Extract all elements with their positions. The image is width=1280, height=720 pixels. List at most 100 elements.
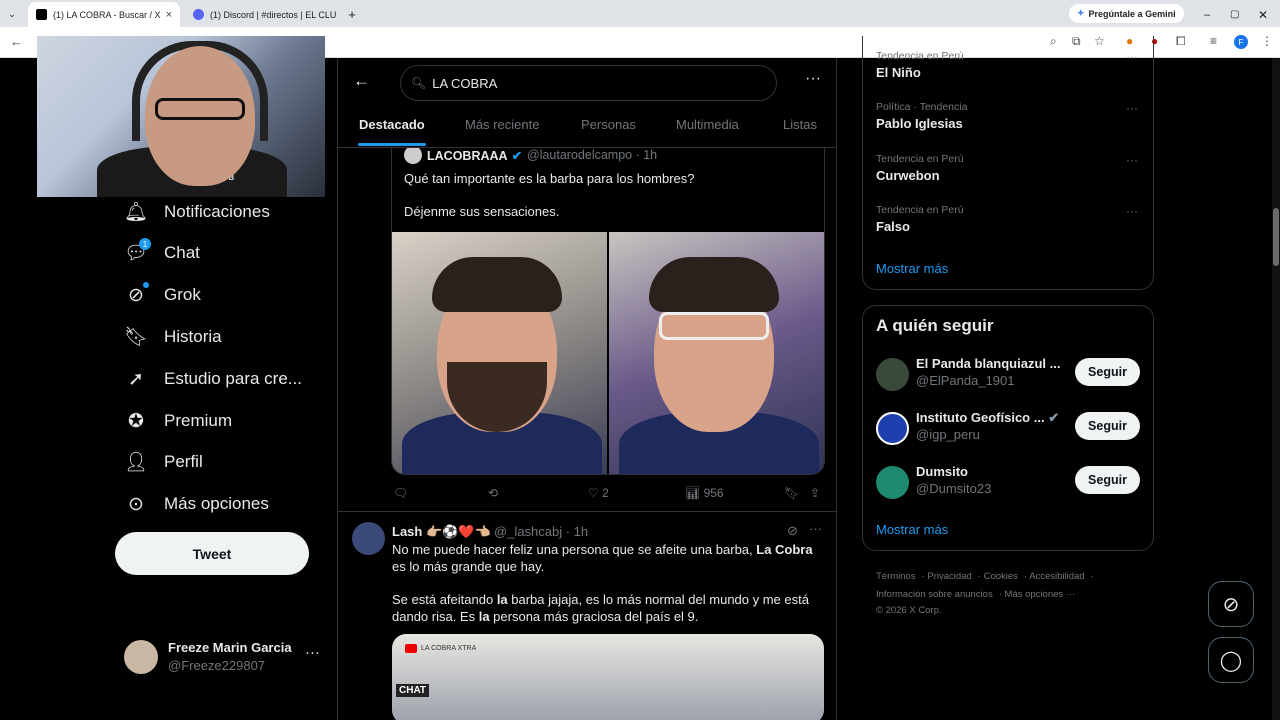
tab-personas[interactable]: Personas [581,117,636,132]
avatar [876,358,909,391]
suggestion-item[interactable]: Dumsito @Dumsito23 Seguir [876,464,1146,504]
chrome-menu-icon[interactable]: ⋮ [1261,34,1273,48]
verified-org-icon: ✔ [1048,410,1060,425]
gemini-button[interactable]: ✦ Pregúntale a Gemini [1069,4,1184,23]
nav-label: Chat [164,243,200,262]
new-tab-button[interactable]: + [340,2,364,27]
views-button[interactable]: 📊︎ 956 [685,486,724,500]
trend-item[interactable]: Tendencia en Perú El Niño ··· [876,50,1146,80]
grok-fab-button[interactable]: ⊘ [1208,581,1254,627]
more-options-icon[interactable]: ··· [809,521,822,536]
video-chat-label: CHAT [396,684,430,697]
tweet-text: No me puede hacer feliz una persona que … [392,542,813,574]
search-input[interactable]: 🔍︎ LA COBRA [400,65,777,101]
profile-avatar[interactable]: F [1234,35,1248,49]
verified-icon: ✔ [511,149,523,163]
suggestion-item[interactable]: Instituto Geofísico ... ✔ @igp_peru Segu… [876,410,1146,450]
tweet-video[interactable]: LA COBRA XTRA CHAT [392,634,824,720]
show-more-link[interactable]: Mostrar más [876,522,948,537]
footer-link[interactable]: Privacidad [927,571,971,582]
footer-link[interactable]: Accesibilidad [1029,571,1084,582]
nav-mas-opciones[interactable]: ⊙ Más opciones [125,489,269,519]
trend-item[interactable]: Política · Tendencia Pablo Iglesias ··· [876,101,1146,131]
scrollbar[interactable] [1272,58,1280,720]
author-name: LACOBRAAA [427,149,508,163]
nav-premium[interactable]: ✪ Premium [125,406,232,436]
nav-grok[interactable]: ⊘ Grok [125,280,201,310]
suggestion-name-wrap: Instituto Geofísico ... ✔ [916,410,1060,425]
footer-link[interactable]: Más opciones ··· [1005,589,1076,600]
tab-listas[interactable]: Listas [783,117,817,132]
suggestion-item[interactable]: El Panda blanquiazul ... @ElPanda_1901 S… [876,356,1146,396]
nav-estudio[interactable]: ➚ Estudio para cre... [125,364,302,394]
glasses [659,312,769,340]
nav-chat[interactable]: 💬︎ 1 Chat [124,238,200,268]
tweet[interactable]: Lash 👉🏼⚽❤️👈🏼 @_lashcabj · 1h ⊘ ··· No me… [338,512,836,720]
avatar [404,148,422,164]
trend-item[interactable]: Tendencia en Perú Falso ··· [876,204,1146,234]
grok-icon: ⊘ [1222,593,1240,616]
grok-icon[interactable]: ⊘ [787,523,798,539]
footer-link[interactable]: Términos [876,571,916,582]
more-options-icon[interactable]: ··· [1126,204,1138,218]
gemini-label: Pregúntale a Gemini [1088,8,1176,19]
chat-fab-button[interactable]: ◯ [1208,637,1254,683]
main-column: ← 🔍︎ LA COBRA ··· Destacado Más reciente… [337,58,837,720]
show-more-link[interactable]: Mostrar más [876,261,948,276]
webcam-overlay: MES CLUB [37,36,325,197]
browser-tab-x[interactable]: (1) LA COBRA - Buscar / X × [28,2,180,27]
trend-item[interactable]: Tendencia en Perú Curwebon ··· [876,153,1146,183]
follow-button[interactable]: Seguir [1075,412,1140,440]
footer-link[interactable]: Información sobre anuncios [876,589,993,600]
more-options-icon[interactable]: ··· [1126,50,1138,64]
account-switcher[interactable]: Freeze Marin Garcia @Freeze229807 ··· [124,638,324,674]
more-options-icon[interactable]: ··· [1126,153,1138,167]
footer-link[interactable]: Cookies [984,571,1018,582]
tab-search-button[interactable]: ⌄ [0,2,24,27]
author-name: Lash 👉🏼⚽❤️👈🏼 [392,524,491,539]
view-count: 956 [703,486,724,500]
reply-icon[interactable]: 🗨︎ [393,486,408,500]
nav-notificaciones[interactable]: 🔔︎ Notificaciones [124,197,270,227]
trend-context: Política · Tendencia [876,101,968,113]
back-arrow-icon[interactable]: ← [353,71,370,91]
quoted-author: LACOBRAAA ✔ [427,148,522,163]
photo-without-beard[interactable] [609,232,824,474]
like-count: 2 [602,486,609,500]
avatar [876,412,909,445]
trend-title: Pablo Iglesias [876,116,963,131]
tab-multimedia[interactable]: Multimedia [676,117,739,132]
more-options-icon[interactable]: ··· [1126,101,1138,115]
browser-tab-discord[interactable]: (1) Discord | #directos | EL CLUB × [185,2,337,27]
share-icon[interactable]: ⇪ [810,486,820,500]
nav-historia[interactable]: 🔖︎ Historia [124,322,222,352]
close-window-button[interactable]: ✕ [1250,2,1276,27]
tweet-text: Déjenme sus sensaciones. [404,204,560,219]
tweet-button[interactable]: Tweet [115,532,309,575]
chat-badge: 1 [139,238,151,250]
minimize-button[interactable]: – [1196,2,1218,27]
puzzle-icon[interactable]: ⧠ [1176,34,1186,49]
follow-button[interactable]: Seguir [1075,466,1140,494]
tab-mas-reciente[interactable]: Más reciente [465,117,539,132]
trends-panel: Tendencia en Perú El Niño ··· Política ·… [862,36,1154,290]
nav-perfil[interactable]: 👤︎ Perfil [124,447,203,477]
maximize-button[interactable]: ▢ [1222,2,1247,27]
more-options-icon[interactable]: ··· [805,70,821,88]
tab-destacado[interactable]: Destacado [359,117,425,132]
scrollbar-thumb[interactable] [1273,208,1279,266]
photo-with-beard[interactable] [392,232,607,474]
back-arrow-icon[interactable]: ← [10,34,23,49]
close-tab-icon[interactable]: × [166,9,172,21]
nav-label: Notificaciones [164,202,270,221]
account-more-icon[interactable]: ··· [305,644,320,661]
tweet-text: Qué tan importante es la barba para los … [404,171,695,186]
follow-button[interactable]: Seguir [1075,358,1140,386]
quoted-tweet[interactable]: LACOBRAAA ✔ @lautarodelcampo · 1h Qué tan… [391,148,825,475]
suggestion-handle: @igp_peru [916,427,980,442]
reading-list-icon[interactable]: ≡ [1210,34,1217,48]
account-name: Freeze Marin Garcia [168,640,292,655]
retweet-icon[interactable]: ⟲ [488,486,498,500]
bookmark-icon[interactable]: 🔖︎ [784,486,799,500]
like-button[interactable]: ♡ 2 [588,486,609,500]
